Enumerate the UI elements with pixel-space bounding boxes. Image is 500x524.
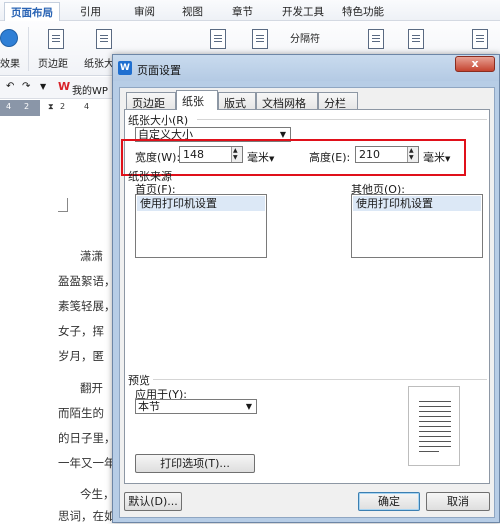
effects-button-label[interactable]: 效果 bbox=[0, 55, 20, 70]
ribbon-tab-view[interactable]: 视图 bbox=[182, 4, 203, 19]
tab-layout[interactable]: 版式 bbox=[218, 92, 256, 110]
apply-to-selected: 本节 bbox=[138, 400, 160, 413]
doc-line: 的日子里， bbox=[58, 431, 116, 445]
chevron-down-icon: ▼ bbox=[245, 402, 252, 411]
doc-line: 一年又一年 bbox=[58, 456, 116, 470]
doc-line: 而陌生的 bbox=[58, 406, 104, 420]
indent-marker-icon[interactable]: ⧗ bbox=[48, 102, 54, 112]
print-options-button[interactable]: 打印选项(T)... bbox=[135, 454, 255, 473]
ribbon-tab-special[interactable]: 特色功能 bbox=[342, 4, 384, 19]
tab-paper[interactable]: 纸张 bbox=[176, 90, 218, 110]
ruler-number: 2 bbox=[60, 102, 66, 111]
preview-line bbox=[419, 451, 439, 452]
ribbon-tab-page-layout[interactable]: 页面布局 bbox=[4, 2, 60, 23]
my-wps-tab[interactable]: 我的WP bbox=[72, 82, 108, 97]
ruler-number: 4 bbox=[6, 102, 12, 111]
doc-line: 今生， bbox=[80, 487, 115, 501]
redo-icon[interactable]: ↷ bbox=[22, 81, 30, 92]
undo-icon[interactable]: ↶ bbox=[6, 81, 14, 92]
margin-corner-marker bbox=[58, 198, 68, 212]
doc-line: 潇潇 bbox=[80, 249, 103, 263]
tab-margins[interactable]: 页边距 bbox=[126, 92, 176, 110]
preview-line bbox=[419, 431, 451, 432]
first-page-list-item[interactable]: 使用打印机设置 bbox=[137, 196, 265, 211]
preview-line bbox=[419, 411, 451, 412]
preview-line bbox=[419, 436, 451, 437]
text-direction-icon[interactable] bbox=[252, 29, 268, 49]
horizontal-ruler[interactable]: 4 2 ⧗ 2 4 bbox=[0, 100, 118, 116]
page-setup-dialog: W 页面设置 x 页边距 纸张 版式 文档网格 分栏 纸张大小(R) 自定义大小… bbox=[112, 54, 500, 523]
dialog-title: 页面设置 bbox=[137, 64, 181, 77]
doc-line: 女子，挥 bbox=[58, 324, 104, 338]
doc-line: 盈盈絮语， bbox=[58, 274, 116, 288]
separator-button-label[interactable]: 分隔符 bbox=[290, 30, 320, 45]
doc-line: 岁月，匿 bbox=[58, 349, 104, 363]
dialog-title-bar[interactable]: W 页面设置 x bbox=[113, 55, 499, 81]
close-button[interactable]: x bbox=[455, 56, 495, 72]
default-button[interactable]: 默认(D)... bbox=[124, 492, 182, 511]
wps-app-icon: W bbox=[118, 61, 132, 75]
ribbon-tab-references[interactable]: 引用 bbox=[80, 4, 101, 19]
ruler-number: 4 bbox=[84, 102, 90, 111]
preview-line bbox=[419, 446, 451, 447]
other-pages-listbox[interactable]: 使用打印机设置 bbox=[351, 194, 483, 258]
ruler-content-area: ⧗ 2 4 bbox=[40, 100, 118, 116]
page-color-icon[interactable] bbox=[408, 29, 424, 49]
group-divider bbox=[153, 379, 487, 380]
preview-line bbox=[419, 401, 451, 402]
ok-button[interactable]: 确定 bbox=[358, 492, 420, 511]
margins-icon[interactable] bbox=[48, 29, 64, 49]
paper-size-button-label[interactable]: 纸张大 bbox=[84, 55, 114, 70]
paper-size-group-label: 纸张大小(R) bbox=[128, 114, 189, 127]
other-pages-list-item[interactable]: 使用打印机设置 bbox=[353, 196, 481, 211]
ribbon-divider bbox=[28, 27, 29, 71]
wps-logo-icon: W bbox=[58, 80, 71, 93]
ruler-number: 2 bbox=[24, 102, 30, 111]
group-divider bbox=[197, 119, 487, 120]
ribbon-tab-review[interactable]: 审阅 bbox=[134, 4, 155, 19]
preview-line bbox=[419, 426, 451, 427]
page-icon[interactable] bbox=[210, 29, 226, 49]
preview-line bbox=[419, 416, 451, 417]
dialog-body: 页边距 纸张 版式 文档网格 分栏 纸张大小(R) 自定义大小 ▼ 宽度(W):… bbox=[119, 87, 495, 518]
ribbon-tab-developer[interactable]: 开发工具 bbox=[282, 4, 324, 19]
ribbon-tab-sections[interactable]: 章节 bbox=[232, 4, 253, 19]
first-page-listbox[interactable]: 使用打印机设置 bbox=[135, 194, 267, 258]
preview-line bbox=[419, 441, 451, 442]
effects-icon[interactable] bbox=[0, 29, 18, 47]
preview-line bbox=[419, 406, 451, 407]
ribbon-tab-bar: 页面布局 引用 审阅 视图 章节 开发工具 特色功能 bbox=[0, 0, 500, 23]
quickbar-dropdown-icon[interactable]: ▼ bbox=[40, 82, 46, 91]
paper-size-icon[interactable] bbox=[96, 29, 112, 49]
margins-button-label[interactable]: 页边距 bbox=[38, 55, 68, 70]
doc-line: 翻开 bbox=[80, 381, 103, 395]
tab-columns[interactable]: 分栏 bbox=[318, 92, 358, 110]
doc-line: 素笺轻展， bbox=[58, 299, 116, 313]
cancel-button[interactable]: 取消 bbox=[426, 492, 490, 511]
preview-line bbox=[419, 421, 451, 422]
tab-document-grid[interactable]: 文档网格 bbox=[256, 92, 318, 110]
apply-to-select[interactable]: 本节 ▼ bbox=[135, 399, 257, 414]
page-border-icon[interactable] bbox=[368, 29, 384, 49]
doc-line: 思词，在如 bbox=[58, 509, 116, 523]
highlight-annotation-box bbox=[121, 139, 466, 176]
page-preview bbox=[408, 386, 460, 466]
paper-tab-panel: 纸张大小(R) 自定义大小 ▼ 宽度(W): 148 ▲ ▼ 毫米▼ 高度(E)… bbox=[121, 109, 490, 484]
watermark-icon[interactable] bbox=[472, 29, 488, 49]
